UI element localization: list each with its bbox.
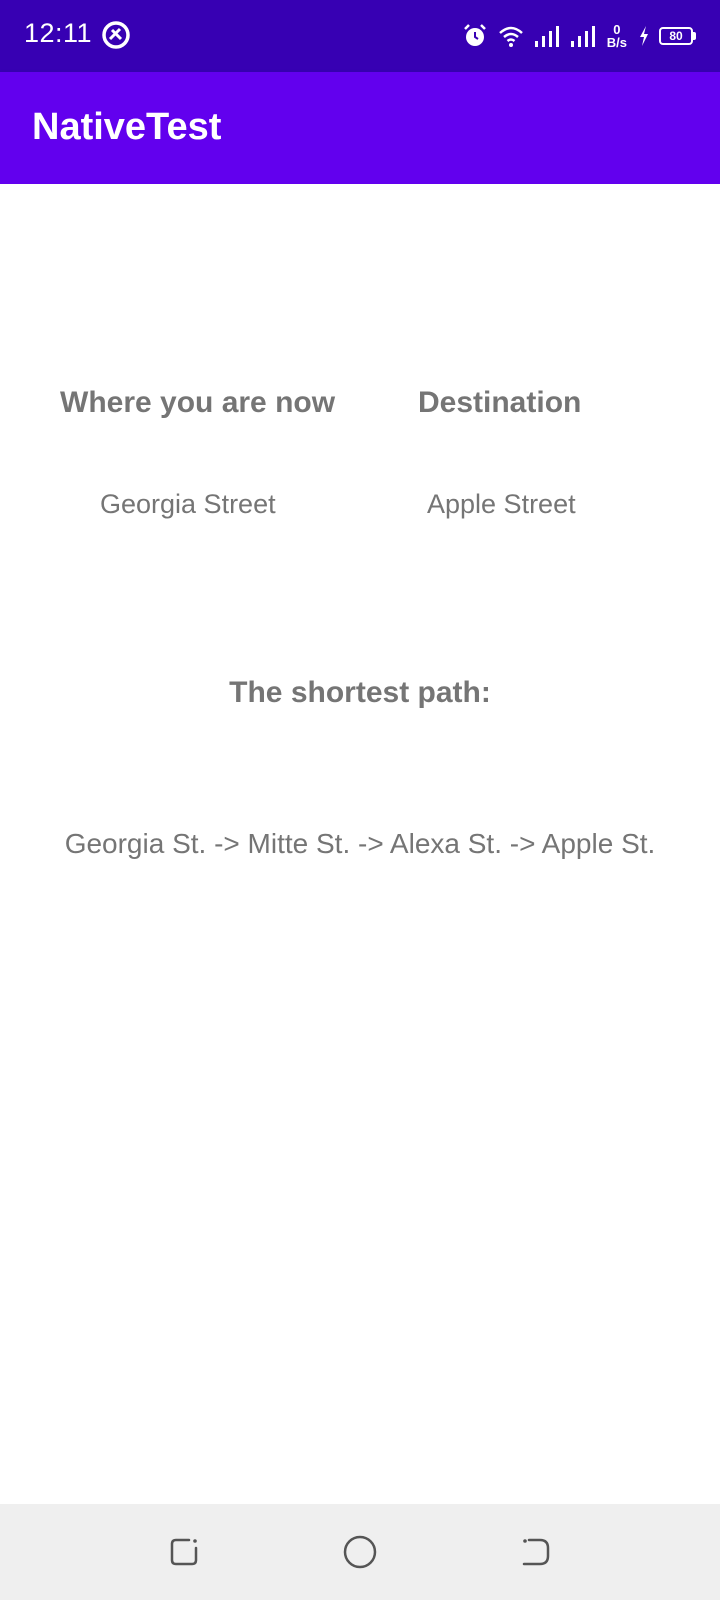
app-bar: NativeTest — [0, 72, 720, 184]
signal-icon — [533, 22, 561, 50]
charging-icon — [637, 22, 651, 50]
net-speed-unit: B/s — [606, 35, 627, 50]
shortest-path-label: The shortest path: — [229, 676, 491, 709]
main-content: Where you are now Destination Georgia St… — [0, 184, 720, 1504]
vpn-icon — [101, 20, 131, 50]
origin-label: Where you are now — [60, 386, 336, 419]
origin-value: Georgia Street — [100, 489, 276, 519]
alarm-icon — [461, 22, 489, 50]
battery-level: 80 — [659, 27, 693, 45]
battery-icon: 80 — [659, 27, 696, 45]
destination-label: Destination — [418, 386, 582, 419]
back-icon[interactable] — [516, 1532, 556, 1572]
net-speed: 0 B/s — [607, 23, 627, 49]
app-title: NativeTest — [32, 106, 222, 148]
status-icons: 0 B/s 80 — [461, 18, 696, 54]
signal-icon — [569, 22, 597, 50]
wifi-icon — [497, 22, 525, 50]
destination-value: Apple Street — [427, 489, 576, 519]
home-icon[interactable] — [340, 1532, 380, 1572]
navigation-bar — [0, 1504, 720, 1600]
recents-icon[interactable] — [164, 1532, 204, 1572]
shortest-path-value: Georgia St. -> Mitte St. -> Alexa St. ->… — [64, 828, 656, 859]
status-time: 12:11 — [24, 18, 93, 48]
status-bar: 12:11 0 B/s 80 — [0, 0, 720, 72]
